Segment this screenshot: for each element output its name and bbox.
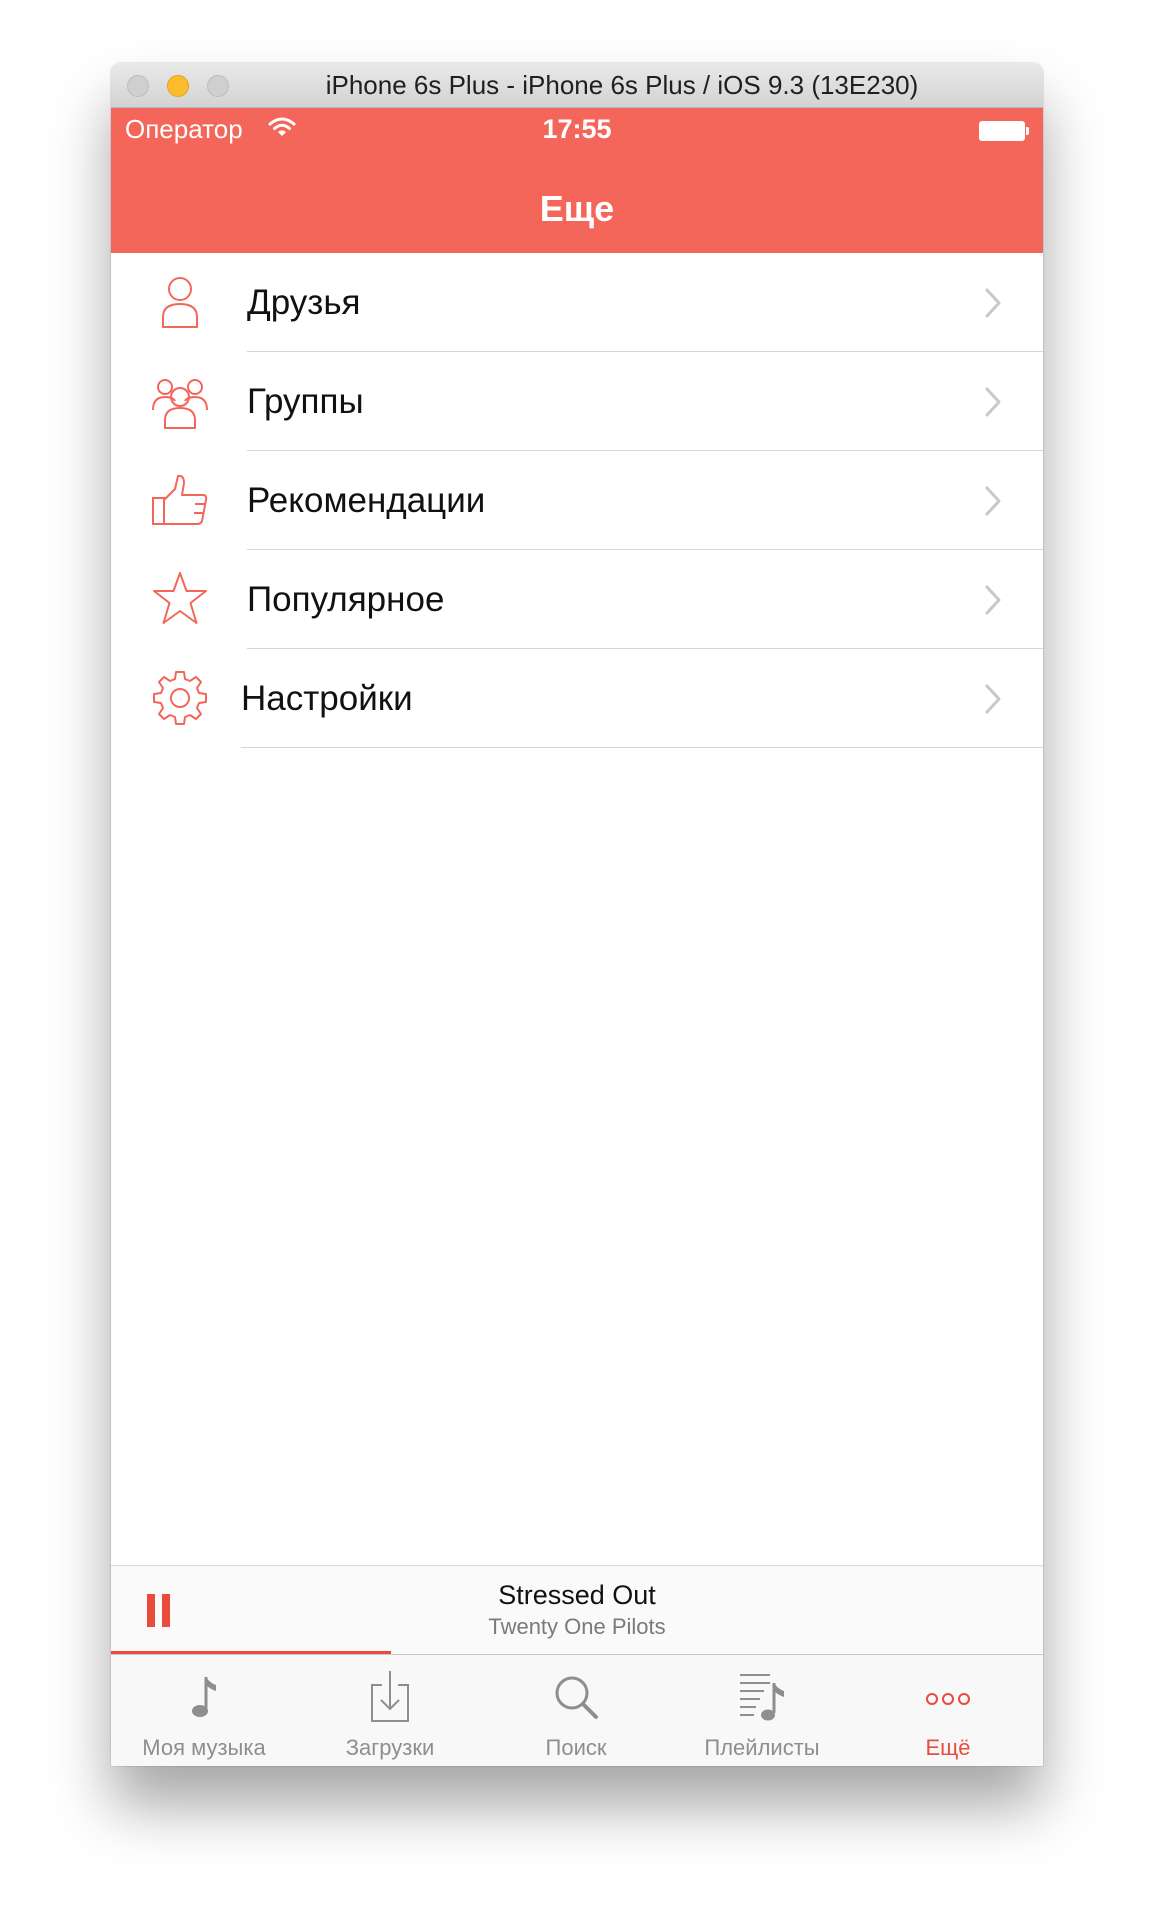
tab-label: Поиск [545, 1735, 607, 1760]
thumbs-up-icon [152, 474, 208, 525]
track-artist: Twenty One Pilots [488, 1614, 666, 1639]
tab-label: Загрузки [345, 1735, 435, 1760]
window-titlebar: iPhone 6s Plus - iPhone 6s Plus / iOS 9.… [111, 63, 1043, 108]
gear-icon [153, 671, 207, 725]
chevron-right-icon [985, 387, 1001, 417]
star-icon [153, 572, 207, 624]
menu-item-groups[interactable]: Группы [111, 352, 1043, 451]
track-title: Stressed Out [498, 1580, 656, 1610]
menu-item-popular[interactable]: Популярное [111, 550, 1043, 649]
menu-item-label: Популярное [247, 580, 445, 619]
tab-label: Ещё [925, 1735, 971, 1760]
search-icon [555, 1676, 598, 1719]
chevron-right-icon [985, 585, 1001, 615]
menu-item-label: Друзья [247, 283, 361, 322]
menu-item-friends[interactable]: Друзья [111, 253, 1043, 352]
navigation-bar: Оператор 17:55 Еще [111, 108, 1043, 253]
menu-item-settings[interactable]: Настройки [111, 649, 1043, 748]
tab-my-music[interactable]: Моя музыка [111, 1655, 297, 1766]
more-icon [926, 1693, 970, 1705]
person-icon [162, 277, 198, 328]
tab-more[interactable]: Ещё [855, 1655, 1041, 1766]
chevron-right-icon [985, 288, 1001, 318]
download-icon [371, 1671, 409, 1722]
tab-label: Плейлисты [704, 1735, 820, 1760]
music-note-icon [192, 1677, 216, 1717]
chevron-right-icon [985, 684, 1001, 714]
window-title: iPhone 6s Plus - iPhone 6s Plus / iOS 9.… [325, 70, 919, 100]
page-title: Еще [539, 188, 615, 229]
tab-label: Моя музыка [142, 1735, 266, 1760]
row-separator [241, 747, 1043, 748]
menu-list: Друзья Группы Рекомендации Популярное На… [111, 253, 1043, 748]
group-icon [152, 379, 208, 429]
tab-downloads[interactable]: Загрузки [297, 1655, 483, 1766]
status-time: 17:55 [542, 114, 612, 144]
menu-item-label: Рекомендации [247, 481, 486, 520]
chevron-right-icon [985, 486, 1001, 516]
playlist-icon [740, 1674, 784, 1721]
menu-item-label: Группы [247, 382, 364, 421]
menu-item-recommendations[interactable]: Рекомендации [111, 451, 1043, 550]
tab-playlists[interactable]: Плейлисты [669, 1655, 855, 1766]
mini-player[interactable]: Stressed Out Twenty One Pilots [111, 1565, 1043, 1654]
tab-bar: Моя музыка Загрузки Поиск Плейлисты Ещё [111, 1654, 1043, 1766]
tab-search[interactable]: Поиск [483, 1655, 669, 1766]
menu-item-label: Настройки [241, 679, 413, 718]
simulator-window: iPhone 6s Plus - iPhone 6s Plus / iOS 9.… [111, 63, 1043, 1766]
battery-icon [979, 121, 1029, 141]
